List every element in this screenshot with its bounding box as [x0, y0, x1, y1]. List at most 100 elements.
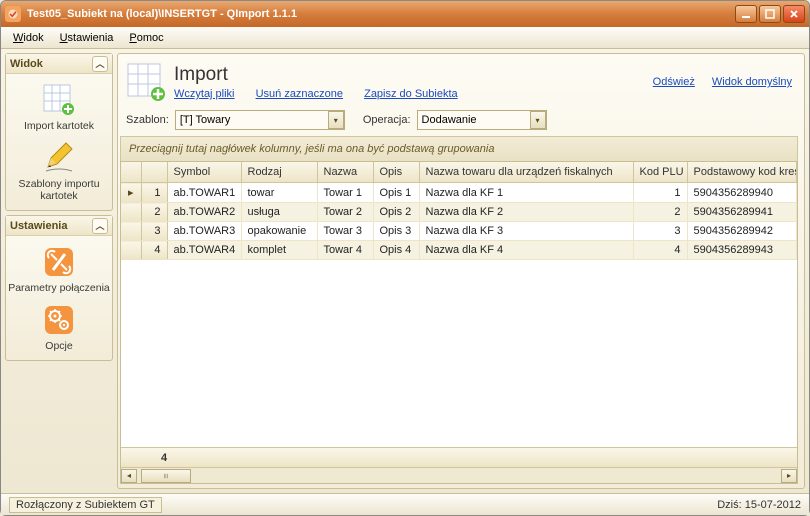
cell-symbol[interactable]: ab.TOWAR1: [167, 183, 241, 203]
scroll-right-button[interactable]: ▸: [781, 469, 797, 483]
cell-symbol[interactable]: ab.TOWAR2: [167, 203, 241, 222]
data-grid: Symbol Rodzaj Nazwa Opis Nazwa towaru dl…: [120, 161, 798, 484]
link-wczytaj-pliki[interactable]: Wczytaj pliki: [174, 88, 235, 100]
scroll-left-button[interactable]: ◂: [121, 469, 137, 483]
cell-nazwa[interactable]: Towar 1: [317, 183, 373, 203]
row-count: 4: [161, 452, 167, 464]
collapse-button[interactable]: ︿: [92, 56, 108, 72]
grid-footer: 4: [121, 447, 797, 467]
gears-icon: [41, 302, 77, 338]
panel-title-ustawienia: Ustawienia: [10, 220, 67, 232]
collapse-button[interactable]: ︿: [92, 218, 108, 234]
table-header-row: Symbol Rodzaj Nazwa Opis Nazwa towaru dl…: [121, 162, 797, 183]
link-widok-domyslny[interactable]: Widok domyślny: [712, 76, 792, 88]
cell-kod-plu[interactable]: 1: [633, 183, 687, 203]
today-label: Dziś:: [717, 499, 741, 511]
cell-rodzaj[interactable]: opakowanie: [241, 222, 317, 241]
table-row[interactable]: 3ab.TOWAR3opakowanieTowar 3Opis 3Nazwa d…: [121, 222, 797, 241]
link-zapisz-do-subiekta[interactable]: Zapisz do Subiekta: [364, 88, 458, 100]
cell-rodzaj[interactable]: towar: [241, 183, 317, 203]
panel-title-widok: Widok: [10, 58, 43, 70]
close-button[interactable]: [783, 5, 805, 23]
row-indicator: [121, 222, 141, 241]
menu-widok[interactable]: Widok: [7, 30, 50, 46]
link-odswiez[interactable]: Odśwież: [653, 76, 695, 88]
rownum-header[interactable]: [141, 162, 167, 183]
sidebar-item-import-kartotek[interactable]: Import kartotek: [8, 80, 110, 134]
cell-nazwa-fisk[interactable]: Nazwa dla KF 4: [419, 241, 633, 260]
cell-kod-kreskowy[interactable]: 5904356289940: [687, 183, 797, 203]
cell-symbol[interactable]: ab.TOWAR4: [167, 241, 241, 260]
cell-opis[interactable]: Opis 1: [373, 183, 419, 203]
cell-nazwa[interactable]: Towar 2: [317, 203, 373, 222]
row-number: 1: [141, 183, 167, 203]
cell-kod-kreskowy[interactable]: 5904356289941: [687, 203, 797, 222]
sidebar-panel-ustawienia: Ustawienia ︿ Parametry połączenia: [5, 215, 113, 361]
cell-nazwa-fisk[interactable]: Nazwa dla KF 2: [419, 203, 633, 222]
cell-nazwa[interactable]: Towar 3: [317, 222, 373, 241]
titlebar: Test05_Subiekt na (local)\INSERTGT - QIm…: [1, 1, 809, 27]
horizontal-scrollbar[interactable]: ◂ ▸: [121, 467, 797, 483]
today-date: 15-07-2012: [745, 499, 801, 511]
sidebar-item-opcje[interactable]: Opcje: [8, 300, 110, 354]
cell-nazwa[interactable]: Towar 4: [317, 241, 373, 260]
cell-kod-plu[interactable]: 4: [633, 241, 687, 260]
page-title: Import: [174, 64, 476, 86]
row-indicator: [121, 203, 141, 222]
link-usun-zaznaczone[interactable]: Usuń zaznaczone: [256, 88, 343, 100]
row-number: 4: [141, 241, 167, 260]
table-row[interactable]: 2ab.TOWAR2usługaTowar 2Opis 2Nazwa dla K…: [121, 203, 797, 222]
cell-rodzaj[interactable]: usługa: [241, 203, 317, 222]
sidebar-panel-widok: Widok ︿ Import kartotek: [5, 53, 113, 211]
table-row[interactable]: 4ab.TOWAR4kompletTowar 4Opis 4Nazwa dla …: [121, 241, 797, 260]
row-number: 2: [141, 203, 167, 222]
app-icon: [5, 6, 21, 22]
cell-kod-plu[interactable]: 3: [633, 222, 687, 241]
col-kod-kreskowy[interactable]: Podstawowy kod kreskowy: [687, 162, 797, 183]
sidebar-item-szablony[interactable]: Szablony importu kartotek: [8, 138, 110, 204]
indicator-header[interactable]: [121, 162, 141, 183]
col-nazwa[interactable]: Nazwa: [317, 162, 373, 183]
tools-icon: [41, 244, 77, 280]
operacja-label: Operacja:: [363, 114, 411, 126]
cell-opis[interactable]: Opis 2: [373, 203, 419, 222]
szablon-select[interactable]: [175, 110, 345, 130]
group-by-hint[interactable]: Przeciągnij tutaj nagłówek kolumny, jeśl…: [120, 136, 798, 161]
cell-kod-plu[interactable]: 2: [633, 203, 687, 222]
scroll-thumb[interactable]: [141, 469, 191, 483]
sidebar-item-parametry[interactable]: Parametry połączenia: [8, 242, 110, 296]
row-indicator: ▸: [121, 183, 141, 203]
sidebar: Widok ︿ Import kartotek: [1, 49, 117, 493]
cell-nazwa-fisk[interactable]: Nazwa dla KF 3: [419, 222, 633, 241]
operacja-select[interactable]: [417, 110, 547, 130]
table-row[interactable]: ▸1ab.TOWAR1towarTowar 1Opis 1Nazwa dla K…: [121, 183, 797, 203]
content-area: Import Wczytaj pliki Usuń zaznaczone Zap…: [117, 53, 805, 489]
scroll-track[interactable]: [137, 469, 781, 483]
cell-nazwa-fisk[interactable]: Nazwa dla KF 1: [419, 183, 633, 203]
statusbar: Rozłączony z Subiektem GT Dziś: 15-07-20…: [1, 493, 809, 515]
col-kod-plu[interactable]: Kod PLU: [633, 162, 687, 183]
cell-rodzaj[interactable]: komplet: [241, 241, 317, 260]
row-number: 3: [141, 222, 167, 241]
col-nazwa-fiskalna[interactable]: Nazwa towaru dla urządzeń fiskalnych: [419, 162, 633, 183]
chevron-down-icon[interactable]: ▾: [328, 111, 344, 129]
menu-ustawienia[interactable]: Ustawienia: [54, 30, 120, 46]
cell-opis[interactable]: Opis 4: [373, 241, 419, 260]
cell-symbol[interactable]: ab.TOWAR3: [167, 222, 241, 241]
maximize-button[interactable]: [759, 5, 781, 23]
import-header-icon: [126, 62, 166, 102]
menu-pomoc[interactable]: Pomoc: [123, 30, 169, 46]
row-indicator: [121, 241, 141, 260]
szablon-label: Szablon:: [126, 114, 169, 126]
cell-kod-kreskowy[interactable]: 5904356289942: [687, 222, 797, 241]
menubar: Widok Ustawienia Pomoc: [1, 27, 809, 49]
grid-add-icon: [41, 82, 77, 118]
chevron-down-icon[interactable]: ▾: [530, 111, 546, 129]
col-rodzaj[interactable]: Rodzaj: [241, 162, 317, 183]
col-symbol[interactable]: Symbol: [167, 162, 241, 183]
cell-opis[interactable]: Opis 3: [373, 222, 419, 241]
minimize-button[interactable]: [735, 5, 757, 23]
col-opis[interactable]: Opis: [373, 162, 419, 183]
cell-kod-kreskowy[interactable]: 5904356289943: [687, 241, 797, 260]
connection-status: Rozłączony z Subiektem GT: [9, 497, 162, 513]
